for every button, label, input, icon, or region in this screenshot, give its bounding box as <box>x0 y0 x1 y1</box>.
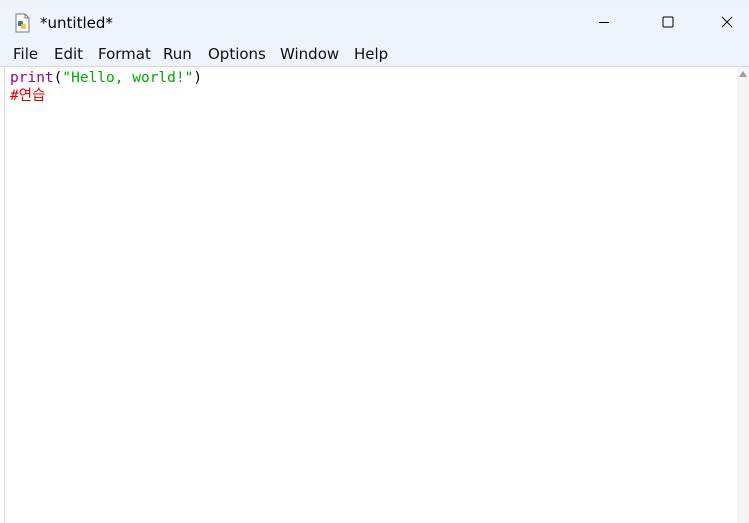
menu-window[interactable]: Window <box>280 44 339 64</box>
menu-file[interactable]: File <box>13 44 38 64</box>
title-bar[interactable]: *untitled* <box>0 4 749 41</box>
menu-format[interactable]: Format <box>98 44 151 64</box>
maximize-icon <box>662 13 674 32</box>
code-line-1: print("Hello, world!") <box>10 69 202 87</box>
close-button[interactable] <box>698 4 749 41</box>
minimize-icon <box>598 13 610 32</box>
code-editor[interactable]: print("Hello, world!") #연습 <box>4 67 738 523</box>
string-literal: "Hello, world!" <box>62 70 194 86</box>
idle-editor-window: *untitled* File Edit Format Run Options <box>0 0 749 523</box>
keyword-print: print <box>10 70 54 86</box>
maximize-button[interactable] <box>639 4 697 41</box>
paren-close: ) <box>193 70 203 86</box>
menu-run[interactable]: Run <box>163 44 192 64</box>
menu-options[interactable]: Options <box>208 44 266 64</box>
code-line-2: #연습 <box>10 88 46 104</box>
menu-help[interactable]: Help <box>354 44 388 64</box>
python-idle-icon <box>13 13 33 33</box>
minimize-button[interactable] <box>575 4 633 41</box>
scroll-up-arrow-icon[interactable] <box>739 71 747 77</box>
menu-edit[interactable]: Edit <box>54 44 83 64</box>
vertical-scrollbar[interactable] <box>737 67 749 523</box>
menu-bar: File Edit Format Run Options Window Help <box>0 41 749 67</box>
window-title: *untitled* <box>40 14 113 32</box>
close-icon <box>721 13 733 32</box>
